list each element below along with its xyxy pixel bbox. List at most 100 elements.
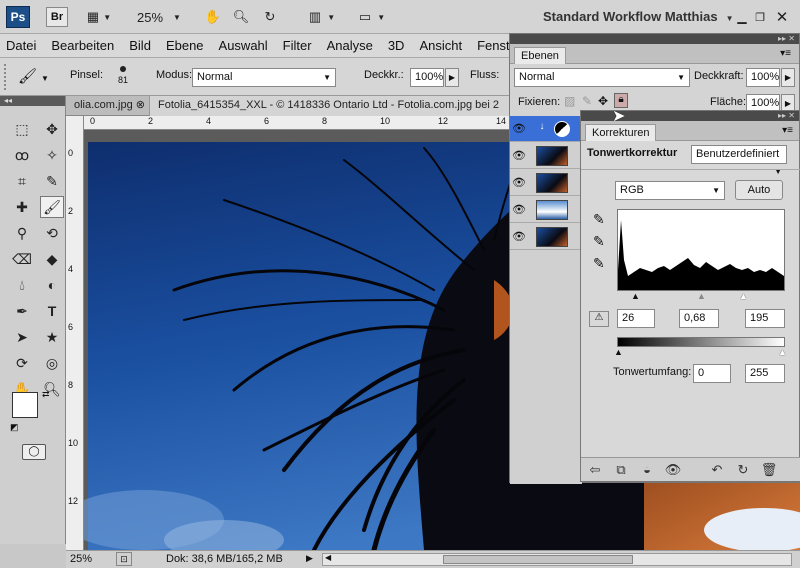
panel-menu-icon[interactable]: ▾≡ xyxy=(782,125,793,136)
layer-opacity-input[interactable]: 100% xyxy=(746,68,780,87)
brush-picker[interactable]: 81 xyxy=(108,62,138,92)
type-tool-icon[interactable]: T xyxy=(40,300,64,322)
layer-row[interactable]: 👁︎ xyxy=(510,197,580,223)
menu-analyse[interactable]: Analyse xyxy=(327,38,373,53)
quick-mask-icon[interactable]: ◯ xyxy=(22,444,46,460)
preset-select[interactable]: Benutzerdefiniert ▼ xyxy=(691,145,787,176)
layer-opacity-slider-button[interactable]: ▶ xyxy=(781,68,795,87)
lasso-tool-icon[interactable]: ꝏ xyxy=(10,144,34,166)
screen-mode-button[interactable]: ▭ ▼ xyxy=(352,6,392,28)
input-white-slider[interactable]: ▲ xyxy=(739,291,748,301)
hand-tool-icon[interactable]: ✋ xyxy=(202,6,224,28)
trash-icon[interactable]: 🗑︎ xyxy=(759,462,779,478)
opacity-input[interactable]: 100% xyxy=(410,68,444,87)
magic-wand-tool-icon[interactable]: ✧ xyxy=(40,144,64,166)
layer-row[interactable]: 👁︎ xyxy=(510,224,580,250)
input-black-field[interactable]: 26 xyxy=(617,309,655,328)
rotate-view-icon[interactable]: ↻ xyxy=(258,6,282,28)
tab-ebenen[interactable]: Ebenen xyxy=(514,47,566,64)
output-black-field[interactable]: 0 xyxy=(693,364,731,383)
horizontal-scrollbar[interactable]: ◀ xyxy=(322,553,792,566)
blur-tool-icon[interactable]: 💧︎ xyxy=(10,274,34,296)
restore-button[interactable]: ❐ xyxy=(752,6,768,28)
layer-row[interactable]: 👁︎ xyxy=(510,170,580,196)
toggle-visibility-icon[interactable]: 👁︎ xyxy=(663,462,683,478)
menu-bild[interactable]: Bild xyxy=(129,38,151,53)
path-selection-tool-icon[interactable]: ➤ xyxy=(10,326,34,348)
close-button[interactable]: ✕ xyxy=(772,6,792,28)
toolbox-collapse-icon[interactable]: ◂◂ xyxy=(0,96,65,106)
opacity-slider-button[interactable]: ▶ xyxy=(445,68,459,87)
mode-select[interactable]: Normal ▼ xyxy=(192,68,336,87)
brush-tool-icon[interactable]: 🖌︎ xyxy=(40,196,64,218)
arrange-documents-button[interactable]: ▥ ▼ xyxy=(302,6,342,28)
3d-orbit-tool-icon[interactable]: ◎ xyxy=(40,352,64,374)
visibility-eye-icon[interactable]: 👁︎ xyxy=(510,203,528,216)
dodge-tool-icon[interactable]: ◐ xyxy=(40,274,64,296)
menu-bearbeiten[interactable]: Bearbeiten xyxy=(51,38,114,53)
paint-bucket-tool-icon[interactable]: ◆ xyxy=(40,248,64,270)
input-gamma-field[interactable]: 0,68 xyxy=(679,309,719,328)
workspace-switcher[interactable]: Standard Workflow Matthias ▼ xyxy=(543,9,733,24)
history-brush-tool-icon[interactable]: ⟲ xyxy=(40,222,64,244)
visibility-eye-icon[interactable]: 👁︎ xyxy=(510,230,528,243)
scroll-left-icon[interactable]: ◀ xyxy=(325,553,331,562)
menu-auswahl[interactable]: Auswahl xyxy=(219,38,268,53)
default-colors-icon[interactable]: ◩ xyxy=(10,422,19,433)
view-extras-button[interactable]: ▦ ▼ xyxy=(82,6,116,28)
eyedropper-tool-icon[interactable]: ✎ xyxy=(40,170,64,192)
marquee-tool-icon[interactable]: ⬚ xyxy=(10,118,34,140)
output-black-slider[interactable]: ▲ xyxy=(614,347,623,357)
auto-button[interactable]: Auto xyxy=(735,180,783,200)
input-gamma-slider[interactable]: ▲ xyxy=(697,291,706,301)
lock-position-icon[interactable]: ✥ xyxy=(598,94,608,108)
clipping-warning-icon[interactable]: ⚠ xyxy=(589,311,609,327)
clone-stamp-tool-icon[interactable]: ⚲ xyxy=(10,222,34,244)
tool-preset-picker[interactable]: 🖌︎ ▼ xyxy=(18,67,58,87)
reset-icon[interactable]: ↻ xyxy=(733,462,753,478)
output-white-slider[interactable]: ▲ xyxy=(778,347,787,357)
expand-view-icon[interactable]: ⧉ xyxy=(611,462,631,478)
lock-transparency-icon[interactable]: ▨ xyxy=(564,94,575,108)
visibility-eye-icon[interactable]: 👁︎ xyxy=(510,122,528,135)
gray-point-eyedropper-icon[interactable]: ✎ xyxy=(593,233,605,250)
zoom-level-dropdown[interactable]: 25% ▼ xyxy=(130,6,188,28)
channel-select[interactable]: RGB ▼ xyxy=(615,181,725,200)
3d-rotate-tool-icon[interactable]: ⟳ xyxy=(10,352,34,374)
menu-3d[interactable]: 3D xyxy=(388,38,405,53)
pen-tool-icon[interactable]: ✒ xyxy=(10,300,34,322)
lock-image-icon[interactable]: ✎ xyxy=(582,94,592,108)
zoom-tool-icon[interactable]: 🔍︎ xyxy=(230,6,252,28)
previous-state-icon[interactable]: ↶ xyxy=(707,462,727,478)
scrollbar-thumb[interactable] xyxy=(443,555,633,564)
healing-brush-tool-icon[interactable]: ✚ xyxy=(10,196,34,218)
status-menu-arrow-icon[interactable]: ▶ xyxy=(306,553,313,564)
shape-tool-icon[interactable]: ★ xyxy=(40,326,64,348)
visibility-eye-icon[interactable]: 👁︎ xyxy=(510,176,528,189)
menu-datei[interactable]: Datei xyxy=(6,38,36,53)
menu-ansicht[interactable]: Ansicht xyxy=(419,38,462,53)
panel-menu-icon[interactable]: ▾≡ xyxy=(780,48,791,59)
panel-collapse-icon[interactable]: ▸▸ ✕ xyxy=(510,34,799,44)
bridge-button[interactable]: Br xyxy=(46,7,68,27)
crop-tool-icon[interactable]: ⌗ xyxy=(10,170,34,192)
back-arrow-icon[interactable]: ⇦ xyxy=(585,462,605,478)
blend-mode-select[interactable]: Normal ▼ xyxy=(514,68,690,87)
menu-ebene[interactable]: Ebene xyxy=(166,38,204,53)
minimize-button[interactable]: ▁ xyxy=(734,6,750,28)
visibility-eye-icon[interactable]: 👁︎ xyxy=(510,149,528,162)
white-point-eyedropper-icon[interactable]: ✎ xyxy=(593,255,605,272)
input-white-field[interactable]: 195 xyxy=(745,309,785,328)
status-zoom[interactable]: 25% xyxy=(70,553,92,565)
tab-document-1[interactable]: olia.com.jpg ⊗ xyxy=(66,96,150,116)
clip-to-layer-icon[interactable]: ◒ xyxy=(637,462,657,477)
output-white-field[interactable]: 255 xyxy=(745,364,785,383)
foreground-color-swatch[interactable] xyxy=(12,392,38,418)
layer-row[interactable]: 👁︎ xyxy=(510,143,580,169)
layer-row[interactable]: 👁︎ ↓ xyxy=(510,116,580,142)
tab-korrekturen[interactable]: Korrekturen xyxy=(585,124,657,141)
status-info-icon[interactable]: ⊡ xyxy=(116,552,132,566)
input-black-slider[interactable]: ▲ xyxy=(631,291,640,301)
black-point-eyedropper-icon[interactable]: ✎ xyxy=(593,211,605,228)
move-tool-icon[interactable]: ✥ xyxy=(40,118,64,140)
